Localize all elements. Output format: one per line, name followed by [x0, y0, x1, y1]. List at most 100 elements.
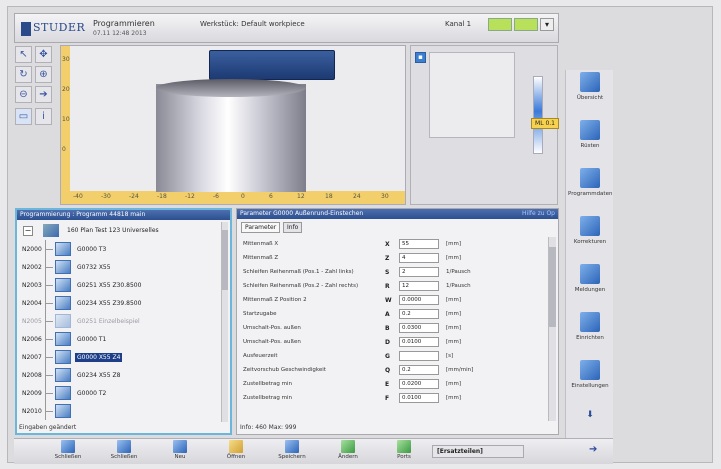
row-label: G0251 X55 Z30.8500	[77, 282, 142, 289]
tree-row[interactable]: N2006 G0000 T1	[21, 330, 221, 348]
row-number: N2008	[22, 372, 42, 379]
pan-icon[interactable]: ➔	[35, 86, 52, 103]
tree-row[interactable]: N2010	[21, 402, 221, 420]
gauge-value: ML 0.1	[531, 118, 559, 129]
parameter-value-field[interactable]: 0.0100	[399, 393, 439, 403]
ruler-bottom-tick: -12	[185, 193, 195, 200]
parameter-row: Zustellbetrag min F 0.0100 [mm]	[241, 393, 547, 405]
tree-row[interactable]: N2009 G0000 T2	[21, 384, 221, 402]
row-label: G0000 T2	[77, 390, 107, 397]
tree-row[interactable]: N2003 G0251 X55 Z30.8500	[21, 276, 221, 294]
parameter-value-field[interactable]: 0.0300	[399, 323, 439, 333]
move-icon[interactable]: ✥	[35, 46, 52, 63]
sidebar-item-overview[interactable]: Übersicht	[568, 70, 612, 114]
help-link[interactable]: Hilfe zu Op	[522, 209, 555, 219]
tab-info[interactable]: Info	[283, 222, 303, 233]
parameter-value-field[interactable]: 55	[399, 239, 439, 249]
edit-button[interactable]: Ändern	[322, 439, 374, 465]
sidebar-item-settings[interactable]: Einstellungen	[568, 358, 612, 402]
parameter-value-field[interactable]: 0.0100	[399, 337, 439, 347]
tree-row[interactable]: N2005 G0251 Einzelbeispiel	[21, 312, 221, 330]
row-number: N2003	[22, 282, 42, 289]
tree-row[interactable]: N2002 G0732 X55	[21, 258, 221, 276]
channel-dropdown-button[interactable]: ▾	[540, 18, 554, 31]
save-button[interactable]: Speichern	[266, 439, 318, 465]
parameter-value-field[interactable]: 0.2	[399, 309, 439, 319]
logo-text: STUDER	[33, 21, 86, 34]
parameter-row: Mittenmaß Z Z 4 [mm]	[241, 253, 547, 265]
parameter-key: B	[385, 325, 390, 332]
parameter-row: Schleifen Reihenmaß (Pos.1 - Zahl links)…	[241, 267, 547, 279]
parameter-value-field[interactable]	[399, 351, 439, 361]
parameter-value-field[interactable]: 0.0200	[399, 379, 439, 389]
tree-row-selected[interactable]: N2007 G0000 X55 Z4	[21, 348, 221, 366]
zoom-in-icon[interactable]: ⊕	[35, 66, 52, 83]
parameter-row: Mittenmaß X X 55 [mm]	[241, 239, 547, 251]
select-pointer-icon[interactable]: ↖	[15, 46, 32, 63]
ruler-bottom-tick: 24	[353, 193, 361, 200]
tree-row[interactable]: N2000 G0000 T3	[21, 240, 221, 258]
operation-icon	[55, 404, 71, 418]
channel-status-button-2[interactable]	[514, 18, 538, 31]
rotate-icon[interactable]: ↻	[15, 66, 32, 83]
close-icon	[61, 440, 75, 453]
sidebar-item-corrections[interactable]: Korrekturen	[568, 214, 612, 258]
new-button[interactable]: Neu	[154, 439, 206, 465]
sidebar-scroll-down-icon[interactable]: ⬇	[568, 410, 612, 424]
sidebar-item-messages[interactable]: Meldungen	[568, 262, 612, 306]
parameter-unit: [mm]	[446, 325, 462, 331]
parameter-key: R	[385, 283, 390, 290]
toolbar-button-label: Neu	[174, 454, 186, 460]
parameter-name: Startzugabe	[243, 311, 277, 317]
open-button[interactable]: Öffnen	[210, 439, 262, 465]
collapse-icon[interactable]: −	[23, 226, 33, 236]
channel-status-button-1[interactable]	[488, 18, 512, 31]
parameter-value-field[interactable]: 0.2	[399, 365, 439, 375]
logo-mark-icon	[21, 22, 31, 36]
info-icon[interactable]: i	[35, 108, 52, 125]
parameter-row: Startzugabe A 0.2 [mm]	[241, 309, 547, 321]
parameter-unit: [mm]	[446, 395, 462, 401]
parameter-value-field[interactable]: 12	[399, 281, 439, 291]
tree-row[interactable]: N2008 G0234 X55 Z8	[21, 366, 221, 384]
parameter-unit: [mm]	[446, 255, 462, 261]
parameter-key: Z	[385, 255, 390, 262]
program-icon	[43, 224, 59, 237]
sidebar-item-label: Rüsten	[580, 143, 600, 149]
tree-scrollbar[interactable]	[221, 222, 228, 422]
operation-icon	[55, 296, 71, 310]
preview-toggle-icon[interactable]: ▪	[415, 52, 426, 63]
workpiece-3d-view[interactable]: 30 20 10 0 -40 -30 -24 -18 -12 -6 0 6 12…	[60, 45, 406, 205]
close-button[interactable]: Schließen	[42, 439, 94, 465]
parameter-value-field[interactable]: 0.0000	[399, 295, 439, 305]
parameter-value-field[interactable]: 2	[399, 267, 439, 277]
parameter-key: D	[385, 339, 390, 346]
sidebar-item-label: Einrichten	[576, 335, 604, 341]
tab-parameter[interactable]: Parameter	[241, 222, 281, 233]
ports-button[interactable]: Ports	[378, 439, 430, 465]
zoom-out-icon[interactable]: ⊖	[15, 86, 32, 103]
operation-icon	[55, 242, 71, 256]
close-file-button[interactable]: Schließen	[98, 439, 150, 465]
ruler-bottom-tick: 0	[241, 193, 245, 200]
sidebar-item-setup[interactable]: Rüsten	[568, 118, 612, 162]
view-mode-icon[interactable]: ▭	[15, 108, 32, 125]
sidebar-item-program-data[interactable]: Programmdaten	[568, 166, 612, 210]
row-label: G0000 T3	[77, 246, 107, 253]
scrollbar-thumb[interactable]	[222, 230, 228, 290]
row-label: G0251 Einzelbeispiel	[77, 318, 140, 325]
parameter-value-field[interactable]: 4	[399, 253, 439, 263]
tree-row[interactable]: N2004 G0234 X55 Z39.8500	[21, 294, 221, 312]
parameter-unit: [s]	[446, 353, 454, 359]
ruler-bottom-tick: -18	[157, 193, 167, 200]
ruler-bottom-tick: 6	[269, 193, 273, 200]
parameter-key: F	[385, 395, 390, 402]
scrollbar-thumb[interactable]	[549, 247, 556, 327]
sidebar-item-configure[interactable]: Einrichten	[568, 310, 612, 354]
tree-root[interactable]: − 160 Plan Test 123 Universelles	[21, 224, 221, 238]
parameter-unit: [mm/min]	[446, 367, 474, 373]
next-arrow-icon[interactable]: ➔	[589, 444, 597, 455]
parameter-scrollbar[interactable]	[548, 237, 556, 421]
ruler-bottom-tick: 12	[297, 193, 305, 200]
tree-connector	[45, 303, 53, 304]
